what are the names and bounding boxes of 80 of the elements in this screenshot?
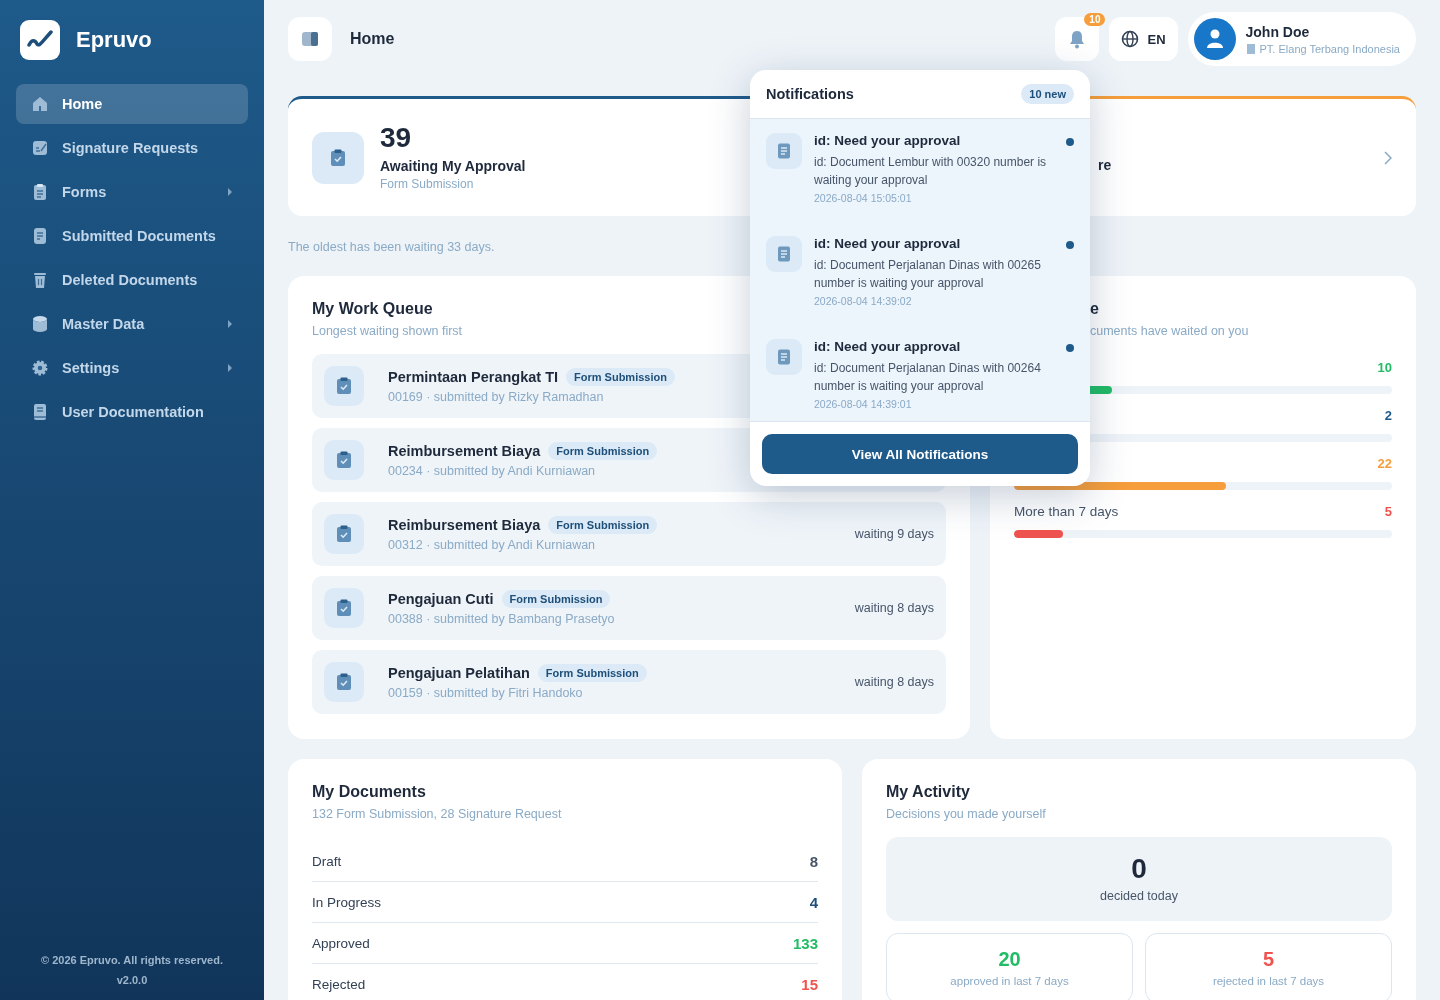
company-name: PT. Elang Terbang Indonesia xyxy=(1259,42,1400,55)
queue-item-meta: 00234 · submitted by Andi Kurniawan xyxy=(388,464,596,478)
card-title: e xyxy=(1090,300,1099,318)
type-tag: Form Submission xyxy=(548,442,658,460)
notification-time: 2026-08-04 14:39:01 xyxy=(814,398,913,410)
sidebar-item[interactable]: Deleted Documents xyxy=(16,260,248,300)
type-tag: Form Submission xyxy=(566,368,675,386)
stat-value: 20 xyxy=(998,949,1021,969)
today-value: 0 xyxy=(1131,855,1147,883)
status-label: In Progress xyxy=(312,894,382,910)
queue-item-meta: 00388 · submitted by Bambang Prasetyo xyxy=(388,612,615,626)
sidebar-item[interactable]: Submitted Documents xyxy=(16,216,248,256)
stat-label: rejected in last 7 days xyxy=(1212,975,1325,987)
card-subtitle: cuments have waited on you xyxy=(1090,324,1249,338)
waiting-time: waiting 8 days xyxy=(854,601,934,615)
sidebar-item[interactable]: Master Data xyxy=(16,304,248,344)
status-label: Draft xyxy=(312,853,342,869)
version-text: v2.0.0 xyxy=(116,974,148,986)
queue-item[interactable]: Reimbursement Biaya Form Submission 00312 · submitted by Andi Kurniawan waiting 9 days xyxy=(312,502,946,566)
queue-item-title: Permintaan Perangkat TI xyxy=(388,369,559,385)
notification-body: id: Document Perjalanan Dinas with 00265 number is waiting your approval xyxy=(814,257,1042,292)
aging-count: 22 xyxy=(1377,456,1392,473)
sidebar-item[interactable]: Home xyxy=(16,84,248,124)
queue-item-title: Pengajuan Pelatihan xyxy=(388,665,530,681)
status-label: Approved xyxy=(312,935,370,951)
sidebar-item[interactable]: User Documentation xyxy=(16,392,248,432)
copyright-text: © 2026 Epruvo. All rights reserved. xyxy=(41,954,223,966)
status-count: 8 xyxy=(809,852,818,870)
queue-item-meta: 00159 · submitted by Fitri Handoko xyxy=(388,686,583,700)
type-tag: Form Submission xyxy=(501,590,611,608)
notification-count: 10 xyxy=(1084,13,1106,26)
status-count: 4 xyxy=(809,893,818,911)
card-title: My Activity xyxy=(886,783,970,801)
waiting-time: waiting 9 days xyxy=(854,527,934,541)
user-menu[interactable]: John Doe PT. Elang Terbang Indonesia xyxy=(1187,12,1416,66)
status-label: Rejected xyxy=(312,976,366,992)
language-button[interactable]: EN xyxy=(1109,17,1178,61)
summary-label: Awaiting My Approval xyxy=(380,158,526,174)
page-title: Home xyxy=(350,30,396,48)
queue-item-meta: 00312 · submitted by Andi Kurniawan xyxy=(388,538,596,552)
queue-item[interactable]: Pengajuan Cuti Form Submission 00388 · submitted by Bambang Prasetyo waiting 8 days xyxy=(312,576,946,640)
summary-value: 39 xyxy=(380,124,413,152)
sidebar-item[interactable]: Signature Requests xyxy=(16,128,248,168)
summary-sublabel: Form Submission xyxy=(380,177,475,191)
stat-label: approved in last 7 days xyxy=(950,975,1069,987)
notification-item[interactable]: id: Need your approval id: Document Perjalanan Dinas with 00264 number is waiting your approval 2026-08-04 14:39:01 xyxy=(750,325,1090,421)
card-title: My Work Queue xyxy=(312,300,433,318)
aging-label: More than 7 days xyxy=(1014,504,1119,521)
card-subtitle: Decisions you made yourself xyxy=(886,807,1046,821)
oldest-note: The oldest has been waiting 33 days. xyxy=(288,240,495,254)
sidebar-item[interactable]: Settings xyxy=(16,348,248,388)
queue-item-title: Reimbursement Biaya xyxy=(388,443,541,459)
queue-item-meta: 00169 · submitted by Rizky Ramadhan xyxy=(388,390,604,404)
card-subtitle: 132 Form Submission, 28 Signature Request xyxy=(312,807,562,821)
notification-title: id: Need your approval xyxy=(814,339,962,354)
notification-item[interactable]: id: Need your approval id: Document Perjalanan Dinas with 00265 number is waiting your approval 2026-08-04 14:39:02 xyxy=(750,222,1090,325)
view-all-button[interactable]: View All Notifications xyxy=(762,434,1078,474)
notification-time: 2026-08-04 14:39:02 xyxy=(814,295,913,307)
type-tag: Form Submission xyxy=(537,664,647,682)
user-name: John Doe xyxy=(1245,23,1311,40)
status-count: 133 xyxy=(792,934,818,952)
aging-count: 2 xyxy=(1384,408,1392,425)
notification-title: id: Need your approval xyxy=(814,236,962,251)
type-tag: Form Submission xyxy=(548,516,658,534)
queue-item-title: Reimbursement Biaya xyxy=(388,517,541,533)
aging-count: 5 xyxy=(1384,504,1392,521)
queue-item[interactable]: Pengajuan Pelatihan Form Submission 00159 · submitted by Fitri Handoko waiting 8 days xyxy=(312,650,946,714)
new-count-badge: 10 new xyxy=(1021,84,1074,104)
status-count: 15 xyxy=(801,975,818,993)
today-label: decided today xyxy=(1100,889,1178,903)
queue-item-title: Pengajuan Cuti xyxy=(388,591,494,607)
notification-item[interactable]: id: Need your approval id: Document Lembur with 00320 number is waiting your approval 2026-08-04 15:05:01 xyxy=(750,119,1090,222)
card-title: My Documents xyxy=(312,783,426,801)
waiting-time: waiting 8 days xyxy=(854,675,934,689)
app-name: Epruvo xyxy=(76,27,152,53)
summary-label: re xyxy=(1098,156,1113,173)
aging-count: 10 xyxy=(1377,360,1392,377)
stat-value: 5 xyxy=(1262,949,1275,969)
card-subtitle: Longest waiting shown first xyxy=(312,324,463,338)
sidebar-item[interactable]: Forms xyxy=(16,172,248,212)
